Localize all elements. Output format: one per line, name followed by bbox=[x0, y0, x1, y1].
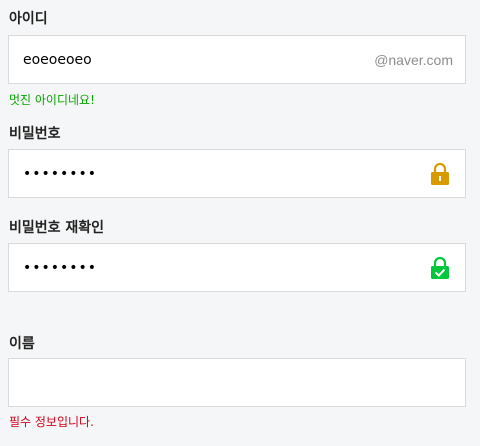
password-confirm-label: 비밀번호 재확인 bbox=[9, 220, 105, 236]
password-confirm-input-value: •••••••• bbox=[23, 260, 98, 276]
password-label: 비밀번호 bbox=[9, 126, 61, 142]
name-error-message: 필수 정보입니다. bbox=[9, 415, 94, 429]
name-input[interactable] bbox=[8, 358, 466, 407]
lock-check-icon bbox=[429, 256, 451, 280]
name-label: 이름 bbox=[9, 336, 35, 352]
id-success-message: 멋진 아이디네요! bbox=[9, 93, 95, 107]
password-input-value: •••••••• bbox=[23, 166, 98, 182]
id-label: 아이디 bbox=[9, 11, 48, 27]
id-input[interactable]: eoeoeoeo @naver.com bbox=[8, 35, 466, 84]
password-input[interactable]: •••••••• bbox=[8, 149, 466, 198]
email-domain-suffix: @naver.com bbox=[374, 52, 453, 68]
lock-icon bbox=[429, 162, 451, 186]
password-confirm-input[interactable]: •••••••• bbox=[8, 243, 466, 292]
id-input-value: eoeoeoeo bbox=[23, 52, 92, 68]
